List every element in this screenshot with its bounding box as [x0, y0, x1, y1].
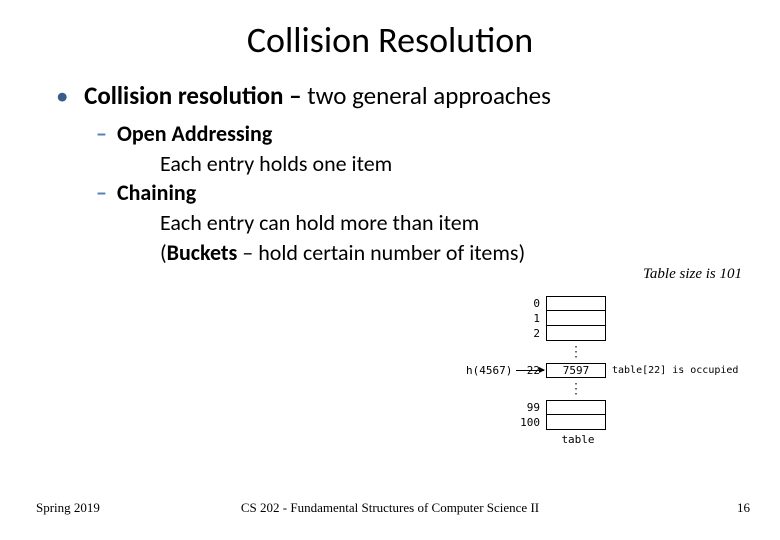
footer-course: CS 202 - Fundamental Structures of Compu… [241, 500, 539, 516]
table-row-22: 22 7597 table[22] is occupied [466, 363, 746, 378]
table-cell [546, 311, 606, 326]
table-cell [546, 326, 606, 341]
row-index-0: 0 [466, 297, 546, 310]
occupied-note: table[22] is occupied [606, 365, 738, 376]
footer-term: Spring 2019 [36, 500, 100, 516]
bullet-chaining: –Chaining [96, 178, 740, 208]
row-index-100: 100 [466, 416, 546, 429]
table-cell [546, 400, 606, 415]
buckets-rest: – hold certain number of items) [237, 239, 525, 266]
chaining-desc-line2: (Buckets – hold certain number of items) [160, 238, 740, 268]
vertical-ellipsis: ··· [466, 378, 746, 400]
page-number: 16 [737, 500, 750, 516]
buckets-bold: Buckets [167, 239, 238, 266]
row-index-2: 2 [466, 327, 546, 340]
slide: Collision Resolution • Collision resolut… [0, 0, 780, 540]
dash-icon: – [96, 179, 107, 206]
bullet-main-bold: Collision resolution – [84, 80, 301, 111]
table-row: 99 [466, 400, 746, 415]
bullet-main: • Collision resolution – two general app… [56, 80, 740, 111]
bullet-dot: • [56, 80, 68, 111]
vertical-ellipsis: ··· [466, 341, 746, 363]
table-label: table [548, 430, 608, 446]
table-row: 2 [466, 326, 746, 341]
chaining-label: Chaining [117, 179, 196, 206]
chaining-desc-line1: Each entry can hold more than item [160, 208, 740, 238]
table-row: 1 [466, 311, 746, 326]
hash-table-diagram: 0 1 2 ··· h(4567) 22 7597 table[22] is o… [466, 296, 746, 506]
table-cell [546, 415, 606, 430]
table-cell-22: 7597 [546, 363, 606, 378]
dash-icon: – [96, 120, 107, 147]
row-index-1: 1 [466, 312, 546, 325]
page-title: Collision Resolution [40, 18, 740, 62]
bullet-open-addressing: –Open Addressing [96, 119, 740, 149]
row-index-99: 99 [466, 401, 546, 414]
table-size-caption: Table size is 101 [643, 266, 742, 283]
bullet-main-rest: two general approaches [302, 80, 551, 111]
open-addressing-label: Open Addressing [117, 120, 272, 147]
table-cell [546, 296, 606, 311]
table-row: 0 [466, 296, 746, 311]
row-index-22: 22 [466, 364, 546, 377]
open-addressing-desc: Each entry holds one item [160, 149, 740, 179]
table-row: 100 [466, 415, 746, 430]
